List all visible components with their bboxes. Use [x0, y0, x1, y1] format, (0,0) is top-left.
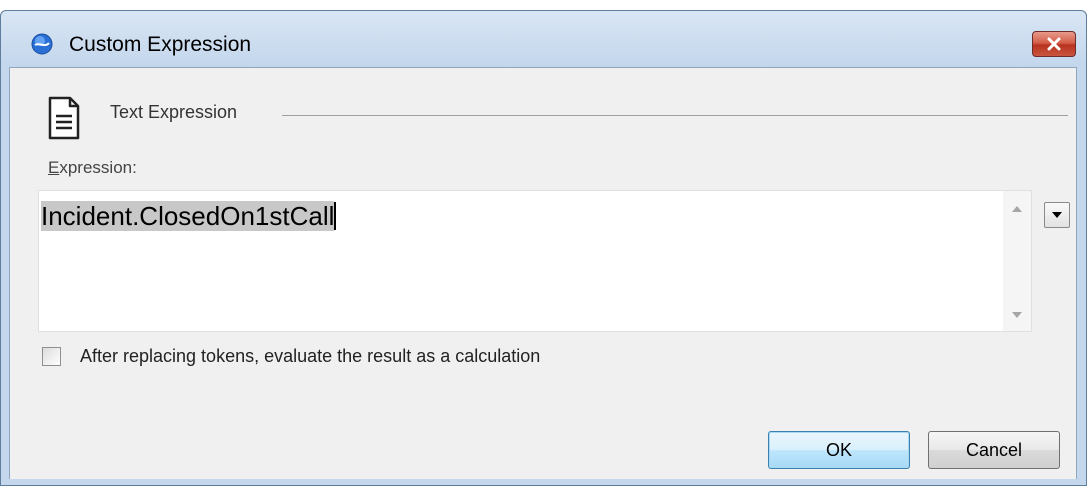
scroll-up-button[interactable]	[1003, 199, 1031, 219]
expression-value: Incident.ClosedOn1stCall	[41, 201, 335, 231]
section-title: Text Expression	[110, 102, 238, 122]
dialog-body: Text Expression Expression: Incident.Clo…	[9, 67, 1077, 479]
app-globe-icon	[31, 33, 53, 55]
expression-dropdown-button[interactable]	[1044, 202, 1070, 228]
document-icon	[48, 96, 80, 140]
close-icon	[1047, 37, 1061, 51]
cancel-button[interactable]: Cancel	[928, 431, 1060, 469]
window-title: Custom Expression	[69, 33, 252, 56]
ok-button[interactable]: OK	[768, 431, 910, 469]
close-button[interactable]	[1032, 31, 1076, 57]
evaluate-calculation-label[interactable]: After replacing tokens, evaluate the res…	[80, 346, 540, 367]
expression-label-accelerator: E	[48, 158, 60, 177]
scroll-up-arrow-icon	[1012, 206, 1022, 212]
scroll-down-arrow-icon	[1012, 312, 1022, 318]
expression-label-text: xpression:	[59, 158, 137, 177]
evaluate-calculation-checkbox[interactable]	[42, 347, 61, 366]
custom-expression-dialog: Custom Expression Text Expression Expres…	[0, 10, 1087, 486]
title-bar[interactable]: Custom Expression	[1, 11, 1086, 67]
vertical-scrollbar[interactable]	[1003, 191, 1031, 331]
text-caret	[334, 202, 337, 230]
chevron-down-icon	[1052, 212, 1062, 218]
expression-label: Expression:	[48, 158, 137, 178]
expression-text: Incident.ClosedOn1stCall	[41, 201, 337, 231]
section-divider	[282, 115, 1068, 116]
scroll-down-button[interactable]	[1003, 305, 1031, 325]
expression-input[interactable]: Incident.ClosedOn1stCall	[38, 190, 1032, 332]
